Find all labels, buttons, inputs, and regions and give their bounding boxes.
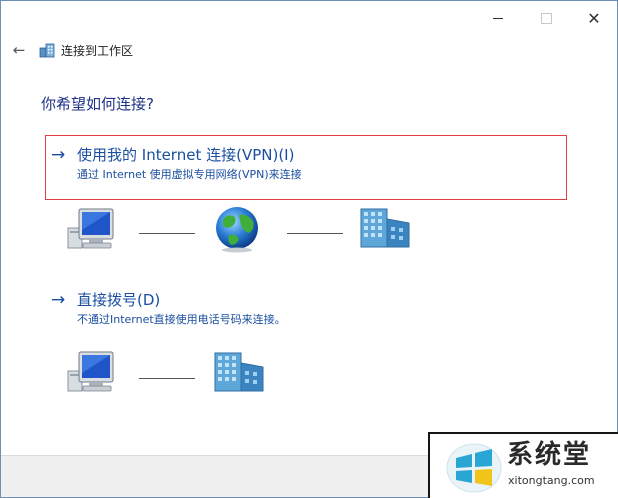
minimize-button[interactable]	[475, 1, 521, 35]
vpn-arrow-icon: →	[51, 145, 66, 165]
vpn-option-description: 通过 Internet 使用虚拟专用网络(VPN)来连接	[77, 168, 302, 181]
dial-option-description: 不通过Internet直接使用电话号码来连接。	[77, 313, 286, 326]
dial-arrow-icon: →	[51, 290, 66, 310]
watermark-brand: 系统堂	[507, 440, 592, 470]
title-bar: ✕	[1, 1, 617, 35]
office-building-icon	[360, 208, 410, 248]
dial-option-title[interactable]: 直接拨号(D)	[77, 290, 160, 310]
workplace-network-icon	[39, 43, 55, 58]
windows-logo-icon	[446, 443, 502, 493]
computer-icon	[67, 208, 114, 249]
office-building-icon	[214, 352, 264, 392]
back-button[interactable]: ←	[11, 41, 27, 59]
watermark-logo: 系统堂 xitongtang.com	[428, 432, 618, 498]
window-title: 连接到工作区	[61, 44, 134, 58]
page-heading: 你希望如何连接?	[41, 95, 154, 113]
close-button[interactable]: ✕	[571, 1, 617, 35]
minimize-icon	[493, 17, 503, 19]
globe-icon	[216, 207, 258, 253]
connection-line	[287, 233, 343, 234]
dialog-window: ✕ ← 连接到工作区 你希望如何连接? → 使用我的 Internet 连接(V…	[0, 0, 618, 498]
maximize-icon	[540, 12, 552, 24]
vpn-option-title[interactable]: 使用我的 Internet 连接(VPN)(I)	[77, 145, 294, 165]
watermark-url: xitongtang.com	[508, 474, 595, 487]
maximize-button[interactable]	[523, 1, 569, 35]
back-arrow-icon: ←	[12, 41, 26, 59]
computer-icon	[67, 351, 114, 392]
connection-line	[139, 378, 195, 379]
close-icon: ✕	[587, 8, 601, 28]
connection-line	[139, 233, 195, 234]
